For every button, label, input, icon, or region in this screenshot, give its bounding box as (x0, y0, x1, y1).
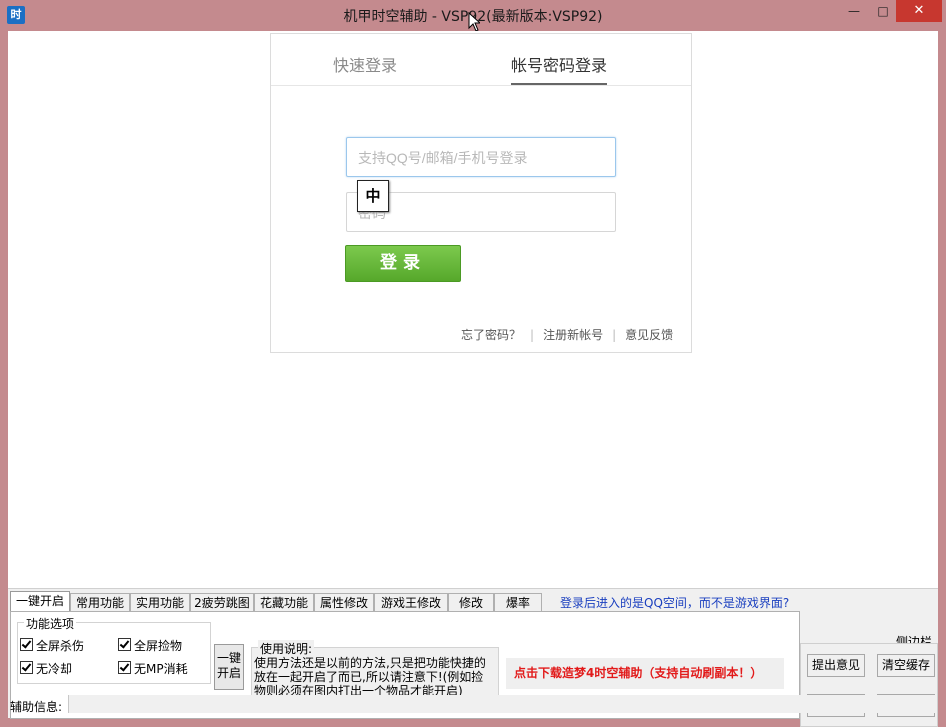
status-field (68, 695, 937, 713)
username-input[interactable]: 支持QQ号/邮箱/手机号登录 (346, 137, 616, 177)
tab-fatigue[interactable]: 2疲劳跳图 (190, 593, 254, 612)
tab-utility[interactable]: 实用功能 (130, 593, 190, 612)
onekey-line2: 开启 (216, 666, 241, 680)
forgot-password-link[interactable]: 忘了密码？ (461, 328, 521, 342)
checkbox-icon (20, 638, 33, 651)
tab-password-login[interactable]: 帐号密码登录 (511, 52, 607, 76)
notice-link[interactable]: 登录后进入的是QQ空间，而不是游戏界面? (560, 594, 789, 611)
onekey-line1: 一键 (216, 651, 241, 665)
mouse-cursor-icon (468, 12, 480, 32)
register-link[interactable]: 注册新帐号 (543, 328, 603, 342)
link-separator: | (612, 328, 617, 342)
checkbox-icon (118, 638, 131, 651)
tab-game-king[interactable]: 游戏王修改 (374, 593, 448, 612)
link-separator: | (530, 328, 535, 342)
download-link[interactable]: 点击下载造梦4时空辅助（支持自动刷副本！） (506, 658, 784, 689)
feedback-link[interactable]: 意见反馈 (625, 328, 673, 342)
status-label: 辅助信息: (10, 700, 63, 714)
checkbox-fullscreen-pickup[interactable]: 全屏捡物 (118, 637, 182, 654)
maximize-button[interactable]: □ (870, 0, 896, 22)
options-group-title: 功能选项 (24, 615, 77, 632)
minimize-button[interactable]: — (838, 0, 870, 22)
options-group: 功能选项 全屏杀伤 全屏捡物 无冷却 无MP消耗 (17, 615, 211, 684)
usage-text: 使用方法还是以前的方法,只是把功能快捷的放在一起开启了而已,所以请注意下!(例如… (254, 656, 486, 698)
checkbox-icon (118, 661, 131, 674)
suggest-button[interactable]: 提出意见 (807, 654, 865, 677)
tab-quick-login[interactable]: 快速登录 (333, 52, 397, 76)
checkbox-no-mp[interactable]: 无MP消耗 (118, 660, 188, 677)
usage-title: 使用说明: (258, 640, 315, 657)
tab-hidden[interactable]: 花藏功能 (254, 593, 314, 612)
tab-drop-rate[interactable]: 爆率 (494, 593, 542, 612)
clear-cache-button[interactable]: 清空缓存 (877, 654, 935, 677)
checkbox-icon (20, 661, 33, 674)
tab-onekey[interactable]: 一键开启 (10, 591, 70, 613)
checkbox-label: 全屏捡物 (134, 639, 183, 653)
onekey-enable-button[interactable]: 一键 开启 (214, 644, 244, 690)
title-bar[interactable]: 时 机甲时空辅助 - VSP92(最新版本:VSP92) — □ ✕ (0, 0, 946, 32)
login-panel: 快速登录 帐号密码登录 支持QQ号/邮箱/手机号登录 密码 中 登录 忘了密码？… (270, 33, 692, 353)
close-button[interactable]: ✕ (896, 0, 942, 22)
status-bar: 辅助信息: (8, 695, 938, 714)
tab-modify[interactable]: 修改 (448, 593, 494, 612)
login-button[interactable]: 登录 (345, 245, 461, 282)
ime-indicator: 中 (357, 180, 389, 212)
client-area: 快速登录 帐号密码登录 支持QQ号/邮箱/手机号登录 密码 中 登录 忘了密码？… (8, 31, 938, 727)
checkbox-label: 全屏杀伤 (36, 639, 85, 653)
tab-divider (271, 85, 691, 86)
sidebar-group: 提出意见 清空缓存 进入游戏 更换频道 (800, 643, 938, 727)
checkbox-label: 无MP消耗 (134, 662, 188, 676)
tab-common[interactable]: 常用功能 (70, 593, 130, 612)
tab-attributes[interactable]: 属性修改 (314, 593, 374, 612)
login-links: 忘了密码？ | 注册新帐号 | 意见反馈 (461, 326, 673, 343)
checkbox-fullscreen-kill[interactable]: 全屏杀伤 (20, 637, 84, 654)
checkbox-no-cooldown[interactable]: 无冷却 (20, 660, 72, 677)
checkbox-label: 无冷却 (36, 662, 73, 676)
